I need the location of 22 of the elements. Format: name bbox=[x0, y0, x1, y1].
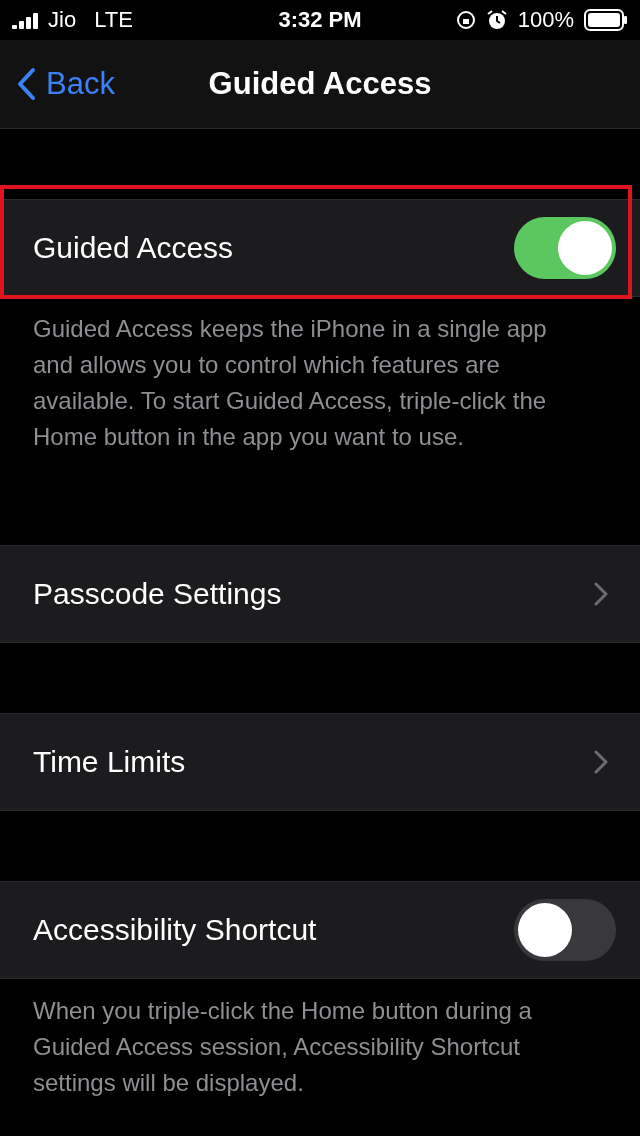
back-chevron-icon bbox=[16, 67, 36, 101]
settings-row[interactable]: Accessibility Shortcut bbox=[0, 881, 640, 979]
row-label: Passcode Settings bbox=[33, 577, 282, 611]
row-label: Accessibility Shortcut bbox=[33, 913, 317, 947]
rotation-lock-icon bbox=[455, 10, 476, 30]
network-type: LTE bbox=[94, 7, 133, 33]
back-button[interactable]: Back bbox=[0, 66, 115, 102]
section-footer: When you triple-click the Home button during a Guided Access session, Accessibility Shortcut settings will be displayed. bbox=[0, 979, 640, 1121]
carrier-name: Jio bbox=[48, 7, 77, 33]
section-footer: Guided Access keeps the iPhone in a single app and allows you to control which features are available. To start Guided Access, triple-click the Home button in the app you want to use. bbox=[0, 297, 640, 475]
battery-icon bbox=[584, 9, 628, 31]
clock-time: 3:32 PM bbox=[278, 7, 362, 33]
row-label: Time Limits bbox=[33, 745, 186, 779]
battery-percent: 100% bbox=[517, 7, 574, 33]
page-title: Guided Access bbox=[208, 66, 432, 102]
settings-row[interactable]: Time Limits bbox=[0, 713, 640, 811]
chevron-icon bbox=[594, 750, 608, 774]
alarm-icon bbox=[485, 9, 508, 31]
row-label: Guided Access bbox=[33, 231, 234, 265]
chevron-icon bbox=[594, 582, 608, 606]
settings-row[interactable]: Passcode Settings bbox=[0, 545, 640, 643]
signal-icon bbox=[12, 11, 38, 29]
